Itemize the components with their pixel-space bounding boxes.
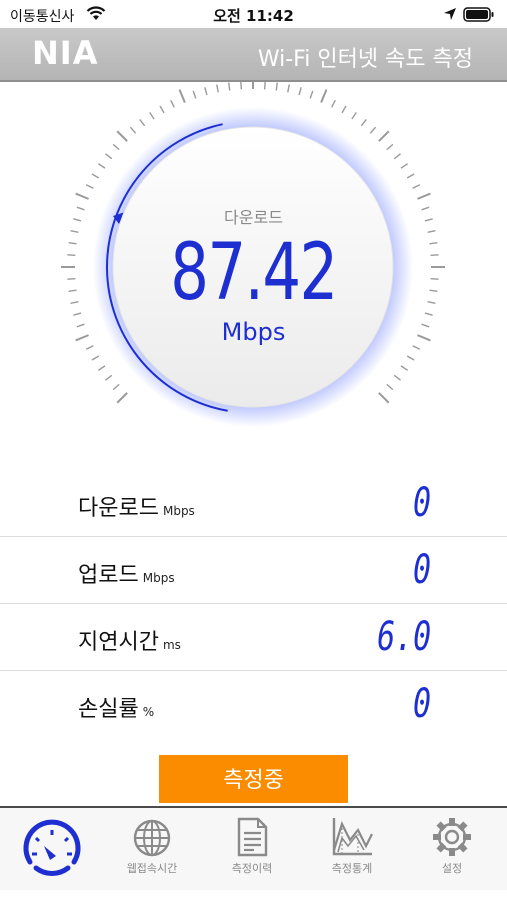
gauge-tick xyxy=(341,105,347,114)
gauge-tick xyxy=(129,126,137,134)
gauge-tick xyxy=(85,184,94,189)
gauge-tick xyxy=(159,105,165,114)
gauge-tick xyxy=(116,130,128,142)
tab-label: 측정통계 xyxy=(331,862,373,875)
result-row-upload: 업로드 Mbps 0 xyxy=(0,537,507,604)
gauge-tick xyxy=(417,192,431,200)
result-unit: ms xyxy=(162,638,181,652)
tab-speed-test[interactable] xyxy=(2,808,102,890)
gauge-tick xyxy=(75,192,89,200)
result-unit: Mbps xyxy=(162,504,195,518)
result-row-download: 다운로드 Mbps 0 xyxy=(0,470,507,537)
tab-label: 설정 xyxy=(441,862,463,875)
gauge-tick xyxy=(91,355,100,361)
gauge-speed-unit: Mbps xyxy=(221,318,286,346)
result-unit: % xyxy=(142,705,155,719)
gauge-tick xyxy=(298,87,302,96)
gear-icon xyxy=(433,818,471,856)
gauge-tick xyxy=(400,163,409,169)
tab-web-access-time[interactable]: 웹접속시간 xyxy=(102,808,202,890)
gauge-tick xyxy=(216,84,219,93)
result-row-latency: 지연시간 ms 6.0 xyxy=(0,604,507,671)
result-row-loss: 손실률% 0 xyxy=(0,671,507,737)
status-bar: 이동통신사 오전 11:42 xyxy=(0,0,507,28)
result-value: 0 xyxy=(412,480,431,526)
result-label: 손실률% xyxy=(78,697,155,722)
gauge-tick xyxy=(228,82,231,91)
battery-icon xyxy=(463,7,494,22)
gauge-tick xyxy=(351,111,357,120)
app-header: NIA Wi-Fi 인터넷 속도 측정 xyxy=(0,28,507,82)
gauge-tick xyxy=(105,153,113,160)
gauge-mode-label: 다운로드 xyxy=(224,208,283,227)
gauge-tick xyxy=(412,184,421,189)
result-value: 0 xyxy=(412,681,431,727)
speed-gauge: 다운로드 87.42 Mbps xyxy=(0,82,507,462)
gauge-tick xyxy=(85,345,94,350)
clock: 오전 11:42 xyxy=(213,7,294,25)
gauge-tick xyxy=(97,163,106,169)
gauge-tick xyxy=(263,82,266,90)
tab-settings[interactable]: 설정 xyxy=(402,808,502,890)
gauge-tick xyxy=(320,89,328,103)
gauge-tick xyxy=(116,392,128,404)
gauge-tick xyxy=(393,153,401,160)
gauge-tick xyxy=(91,173,100,179)
tab-statistics[interactable]: 측정통계 xyxy=(302,808,402,890)
gauge-tick xyxy=(170,99,175,108)
gauge-tick xyxy=(192,90,197,99)
gauge-tick xyxy=(112,383,120,391)
nia-logo: NIA xyxy=(32,34,99,72)
gauge-tick xyxy=(287,84,290,93)
tab-label: 웹접속시간 xyxy=(126,862,178,875)
gauge-tick xyxy=(378,392,390,404)
gauge-tick xyxy=(400,365,409,371)
gauge-tick xyxy=(360,119,367,127)
result-value: 0 xyxy=(412,547,431,593)
gauge-tick xyxy=(393,374,401,381)
gauge-tick xyxy=(369,126,377,134)
globe-icon xyxy=(133,819,171,857)
gauge-tick xyxy=(112,143,120,151)
result-unit: Mbps xyxy=(142,571,175,585)
result-value: 6.0 xyxy=(376,614,431,660)
gauge-tick xyxy=(178,89,186,103)
gauge-tick xyxy=(386,383,394,391)
gauge-tick xyxy=(331,99,336,108)
gauge-tick xyxy=(240,82,243,90)
page-title: Wi-Fi 인터넷 속도 측정 xyxy=(257,47,473,72)
gauge-tick xyxy=(412,345,421,350)
result-label: 다운로드 Mbps xyxy=(78,496,195,521)
gauge-tick xyxy=(105,374,113,381)
tab-label: 측정이력 xyxy=(231,862,273,875)
result-label: 업로드 Mbps xyxy=(78,563,175,588)
gauge-tick xyxy=(406,355,415,361)
gauge-tick xyxy=(406,173,415,179)
gauge-tick xyxy=(97,365,106,371)
gauge-tick xyxy=(378,130,390,142)
measure-button[interactable]: 측정중 xyxy=(159,755,348,803)
gauge-tick xyxy=(386,143,394,151)
speedometer-icon xyxy=(23,819,81,876)
location-icon xyxy=(444,8,456,20)
document-icon xyxy=(237,817,268,857)
gauge-tick xyxy=(275,82,278,91)
gauge-tick xyxy=(309,90,314,99)
chart-icon xyxy=(332,818,373,856)
gauge-tick xyxy=(139,119,146,127)
results-list: 다운로드 Mbps 0 업로드 Mbps 0 지연시간 ms 6.0 손실률% 0 xyxy=(0,470,507,737)
gauge-tick xyxy=(204,87,208,96)
result-label: 지연시간 ms xyxy=(78,630,181,655)
gauge-speed-value: 87.42 xyxy=(170,228,338,318)
gauge-tick xyxy=(149,111,155,120)
tab-bar: 웹접속시간 측정이력 측정통계 설정 xyxy=(0,806,507,890)
tab-history[interactable]: 측정이력 xyxy=(202,808,302,890)
